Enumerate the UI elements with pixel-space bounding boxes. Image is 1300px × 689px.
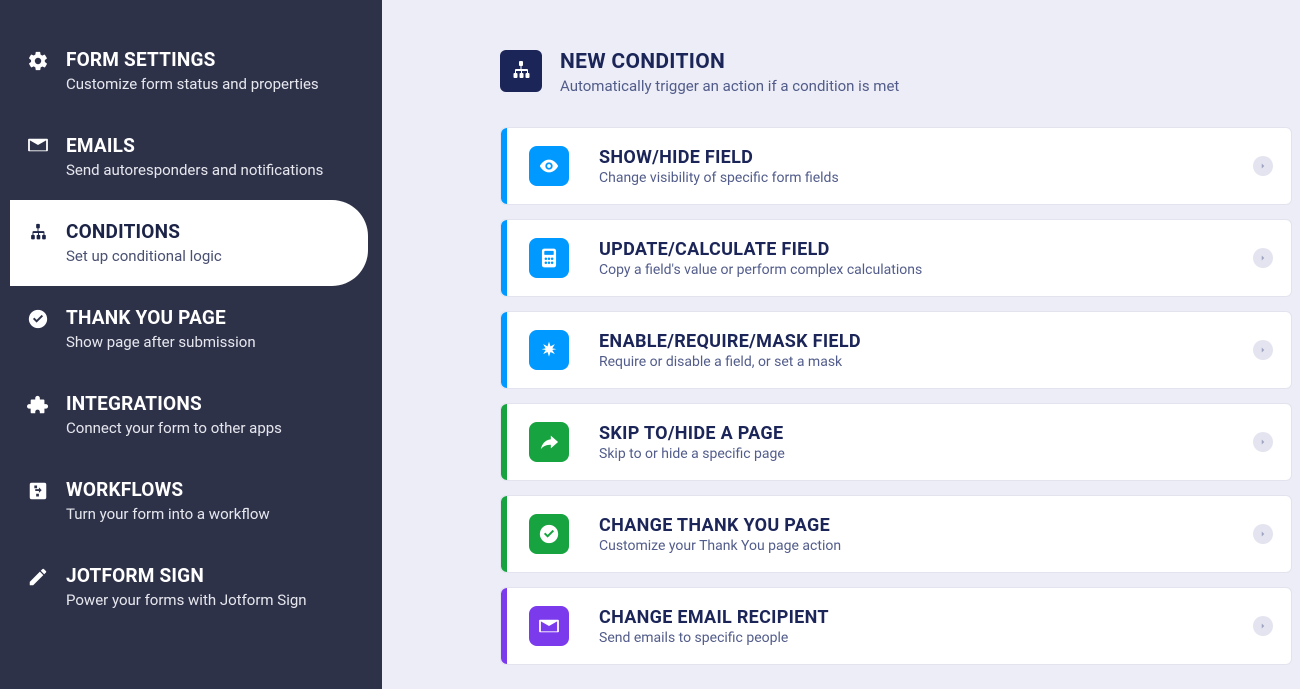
sidebar-item-workflows[interactable]: WORKFLOWS Turn your form into a workflow	[0, 458, 382, 544]
chevron-right-icon	[1253, 616, 1273, 636]
envelope-icon	[529, 606, 569, 646]
accent-bar	[501, 404, 507, 480]
chevron-right-icon	[1253, 524, 1273, 544]
sidebar: FORM SETTINGS Customize form status and …	[0, 0, 382, 689]
page-header: NEW CONDITION Automatically trigger an a…	[500, 50, 1292, 95]
sidebar-item-desc: Set up conditional logic	[66, 246, 222, 266]
card-desc: Change visibility of specific form field…	[599, 170, 839, 186]
asterisk-icon	[529, 330, 569, 370]
check-circle-icon	[529, 514, 569, 554]
condition-type-list: SHOW/HIDE FIELD Change visibility of spe…	[500, 127, 1292, 665]
card-update-calculate-field[interactable]: UPDATE/CALCULATE FIELD Copy a field's va…	[500, 219, 1292, 297]
pen-icon	[24, 564, 52, 588]
sidebar-item-integrations[interactable]: INTEGRATIONS Connect your form to other …	[0, 372, 382, 458]
page-subtitle: Automatically trigger an action if a con…	[560, 77, 899, 95]
sidebar-item-desc: Customize form status and properties	[66, 74, 319, 94]
card-title: SHOW/HIDE FIELD	[599, 147, 839, 168]
gear-icon	[24, 48, 52, 72]
envelope-icon	[24, 134, 52, 154]
sidebar-item-title: THANK YOU PAGE	[66, 306, 256, 330]
card-desc: Copy a field's value or perform complex …	[599, 262, 922, 278]
accent-bar	[501, 588, 507, 664]
card-skip-to-hide-page[interactable]: SKIP TO/HIDE A PAGE Skip to or hide a sp…	[500, 403, 1292, 481]
card-change-thank-you-page[interactable]: CHANGE THANK YOU PAGE Customize your Tha…	[500, 495, 1292, 573]
card-title: CHANGE THANK YOU PAGE	[599, 515, 841, 536]
workflow-icon	[24, 478, 52, 502]
sidebar-item-title: WORKFLOWS	[66, 478, 270, 502]
chevron-right-icon	[1253, 248, 1273, 268]
sidebar-item-conditions[interactable]: CONDITIONS Set up conditional logic	[10, 200, 368, 286]
arrow-share-icon	[529, 422, 569, 462]
accent-bar	[501, 496, 507, 572]
card-title: UPDATE/CALCULATE FIELD	[599, 239, 922, 260]
card-title: ENABLE/REQUIRE/MASK FIELD	[599, 331, 861, 352]
accent-bar	[501, 312, 507, 388]
card-enable-require-mask-field[interactable]: ENABLE/REQUIRE/MASK FIELD Require or dis…	[500, 311, 1292, 389]
sidebar-item-title: CONDITIONS	[66, 220, 222, 244]
chevron-right-icon	[1253, 432, 1273, 452]
card-show-hide-field[interactable]: SHOW/HIDE FIELD Change visibility of spe…	[500, 127, 1292, 205]
card-desc: Customize your Thank You page action	[599, 538, 841, 554]
sidebar-item-title: EMAILS	[66, 134, 323, 158]
chevron-right-icon	[1253, 156, 1273, 176]
sidebar-item-desc: Turn your form into a workflow	[66, 504, 270, 524]
sitemap-icon	[500, 50, 542, 92]
card-title: SKIP TO/HIDE A PAGE	[599, 423, 785, 444]
card-desc: Require or disable a field, or set a mas…	[599, 354, 861, 370]
sidebar-item-desc: Show page after submission	[66, 332, 256, 352]
accent-bar	[501, 220, 507, 296]
sidebar-item-thank-you-page[interactable]: THANK YOU PAGE Show page after submissio…	[0, 286, 382, 372]
sidebar-item-desc: Send autoresponders and notifications	[66, 160, 323, 180]
sitemap-icon	[24, 220, 52, 244]
accent-bar	[501, 128, 507, 204]
card-title: CHANGE EMAIL RECIPIENT	[599, 607, 829, 628]
page-title: NEW CONDITION	[560, 50, 899, 74]
sidebar-item-title: INTEGRATIONS	[66, 392, 282, 416]
card-change-email-recipient[interactable]: CHANGE EMAIL RECIPIENT Send emails to sp…	[500, 587, 1292, 665]
chevron-right-icon	[1253, 340, 1273, 360]
card-desc: Skip to or hide a specific page	[599, 446, 785, 462]
puzzle-icon	[24, 392, 52, 416]
sidebar-item-desc: Power your forms with Jotform Sign	[66, 590, 307, 610]
sidebar-item-title: FORM SETTINGS	[66, 48, 319, 72]
sidebar-item-emails[interactable]: EMAILS Send autoresponders and notificat…	[0, 114, 382, 200]
calculator-icon	[529, 238, 569, 278]
card-desc: Send emails to specific people	[599, 630, 829, 646]
sidebar-item-jotform-sign[interactable]: JOTFORM SIGN Power your forms with Jotfo…	[0, 544, 382, 630]
main-content: NEW CONDITION Automatically trigger an a…	[382, 0, 1300, 689]
check-circle-icon	[24, 306, 52, 330]
sidebar-item-desc: Connect your form to other apps	[66, 418, 282, 438]
eye-icon	[529, 146, 569, 186]
sidebar-item-title: JOTFORM SIGN	[66, 564, 307, 588]
sidebar-item-form-settings[interactable]: FORM SETTINGS Customize form status and …	[0, 28, 382, 114]
